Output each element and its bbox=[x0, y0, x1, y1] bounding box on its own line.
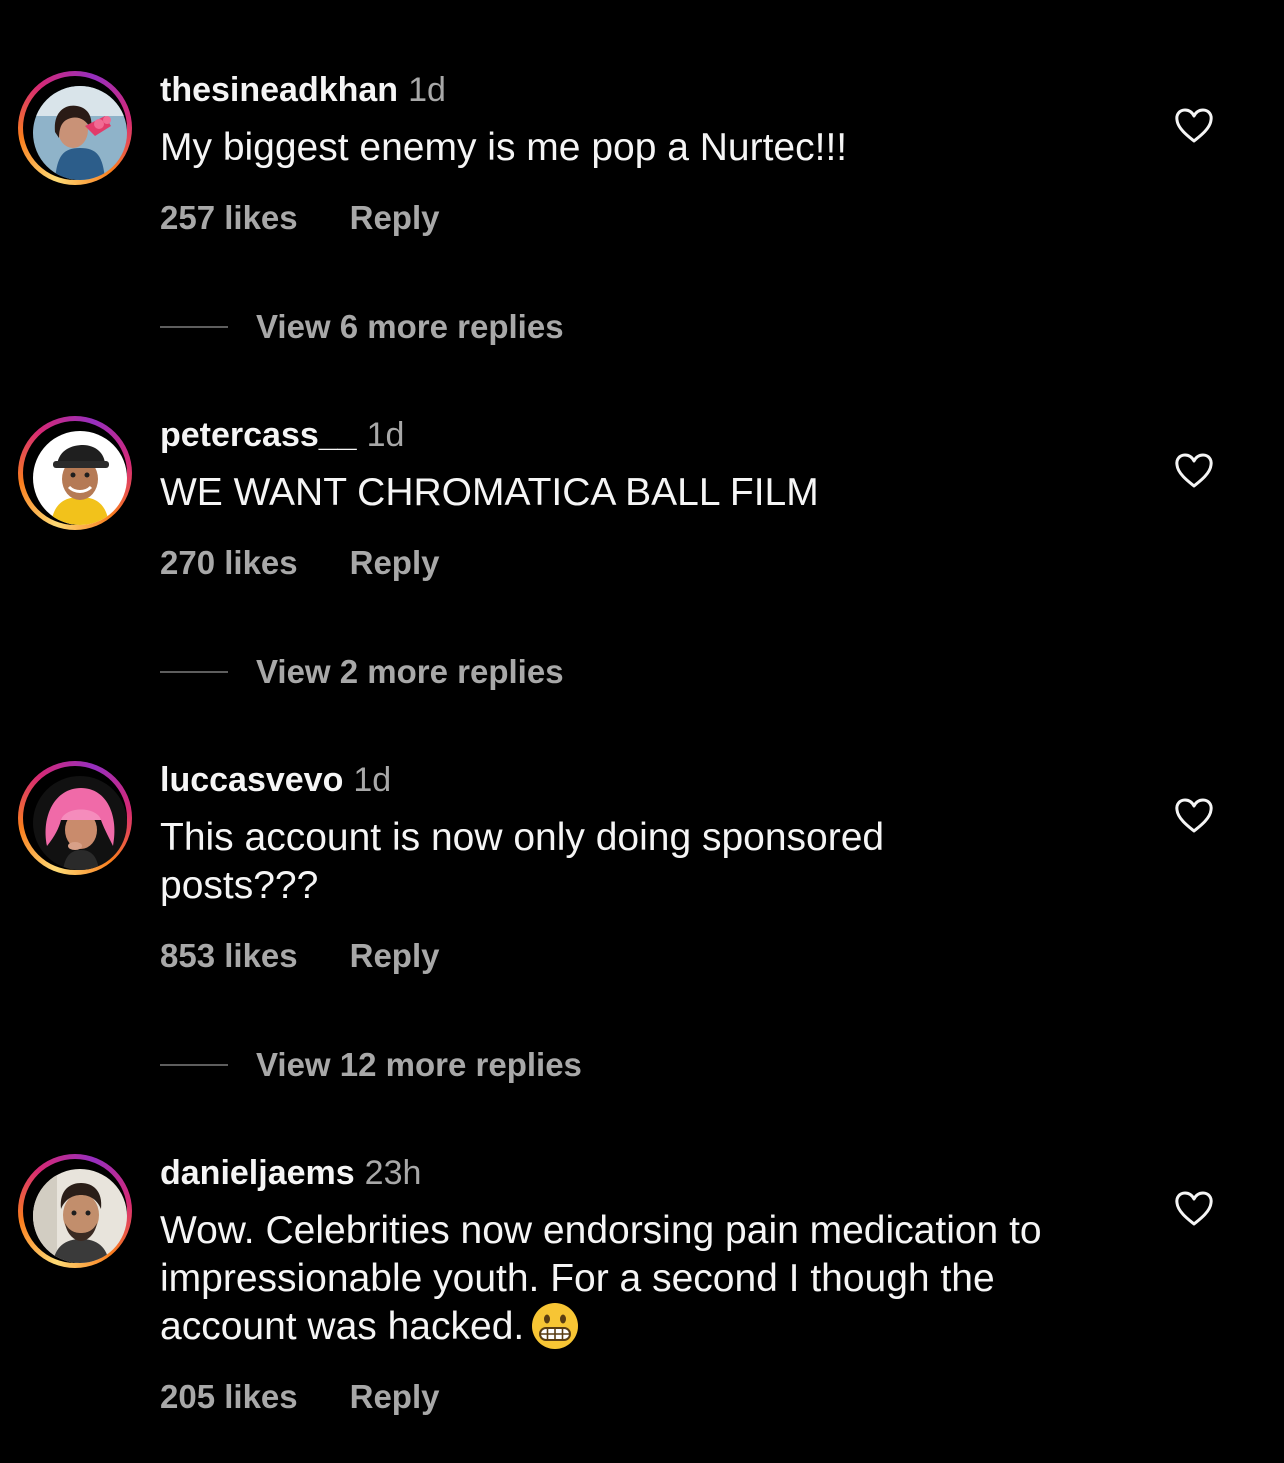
comment-header: luccasvevo 1d bbox=[160, 760, 391, 800]
heart-outline-icon[interactable] bbox=[1174, 1191, 1214, 1227]
avatar-story-ring[interactable] bbox=[18, 1154, 132, 1268]
timestamp: 1d bbox=[408, 71, 446, 109]
likes-count[interactable]: 270 likes bbox=[160, 544, 298, 581]
reply-button[interactable]: Reply bbox=[350, 937, 440, 974]
comment-header: danieljaems 23h bbox=[160, 1153, 421, 1193]
timestamp: 1d bbox=[366, 416, 405, 454]
username[interactable]: thesineadkhan bbox=[160, 71, 398, 109]
comment-header: petercass__ 1d bbox=[160, 415, 404, 455]
avatar bbox=[33, 776, 127, 870]
avatar-story-ring[interactable] bbox=[18, 761, 132, 875]
username[interactable]: luccasvevo bbox=[160, 761, 343, 799]
view-replies-label[interactable]: View 6 more replies bbox=[256, 307, 564, 347]
username[interactable]: petercass__ bbox=[160, 416, 357, 454]
avatar-story-ring[interactable] bbox=[18, 71, 132, 185]
avatar bbox=[33, 86, 127, 180]
heart-outline-icon[interactable] bbox=[1174, 798, 1214, 834]
comment-text: My biggest enemy is me pop a Nurtec!!! bbox=[160, 126, 848, 169]
comment-header: thesineadkhan 1d bbox=[160, 70, 446, 110]
grimacing-face-emoji bbox=[532, 1302, 579, 1349]
replies-divider bbox=[160, 671, 228, 673]
view-replies-label[interactable]: View 2 more replies bbox=[256, 652, 564, 692]
reply-button[interactable]: Reply bbox=[350, 544, 440, 581]
comment-meta: 270 likes Reply bbox=[160, 543, 440, 583]
heart-outline-icon[interactable] bbox=[1174, 453, 1214, 489]
reply-button[interactable]: Reply bbox=[350, 1378, 440, 1415]
replies-divider bbox=[160, 326, 228, 328]
avatar bbox=[33, 1169, 127, 1263]
view-replies-label[interactable]: View 12 more replies bbox=[256, 1045, 582, 1085]
comment-meta: 853 likes Reply bbox=[160, 936, 440, 976]
avatar-story-ring[interactable] bbox=[18, 416, 132, 530]
timestamp: 23h bbox=[364, 1154, 422, 1192]
likes-count[interactable]: 853 likes bbox=[160, 937, 298, 974]
replies-divider bbox=[160, 1064, 228, 1066]
comment-text: WE WANT CHROMATICA BALL FILM bbox=[160, 471, 819, 514]
likes-count[interactable]: 257 likes bbox=[160, 199, 298, 236]
comment-text: This account is now only doing sponsored… bbox=[160, 816, 885, 907]
heart-outline-icon[interactable] bbox=[1174, 108, 1214, 144]
timestamp: 1d bbox=[353, 761, 392, 799]
comment-text-content: Wow. Celebrities now endorsing pain medi… bbox=[160, 1209, 1042, 1348]
reply-button[interactable]: Reply bbox=[350, 199, 440, 236]
comment-text: Wow. Celebrities now endorsing pain medi… bbox=[160, 1207, 1140, 1351]
comment-meta: 205 likes Reply bbox=[160, 1377, 440, 1417]
likes-count[interactable]: 205 likes bbox=[160, 1378, 298, 1415]
username[interactable]: danieljaems bbox=[160, 1154, 355, 1192]
avatar bbox=[33, 431, 127, 525]
comment-meta: 257 likes Reply bbox=[160, 198, 440, 238]
